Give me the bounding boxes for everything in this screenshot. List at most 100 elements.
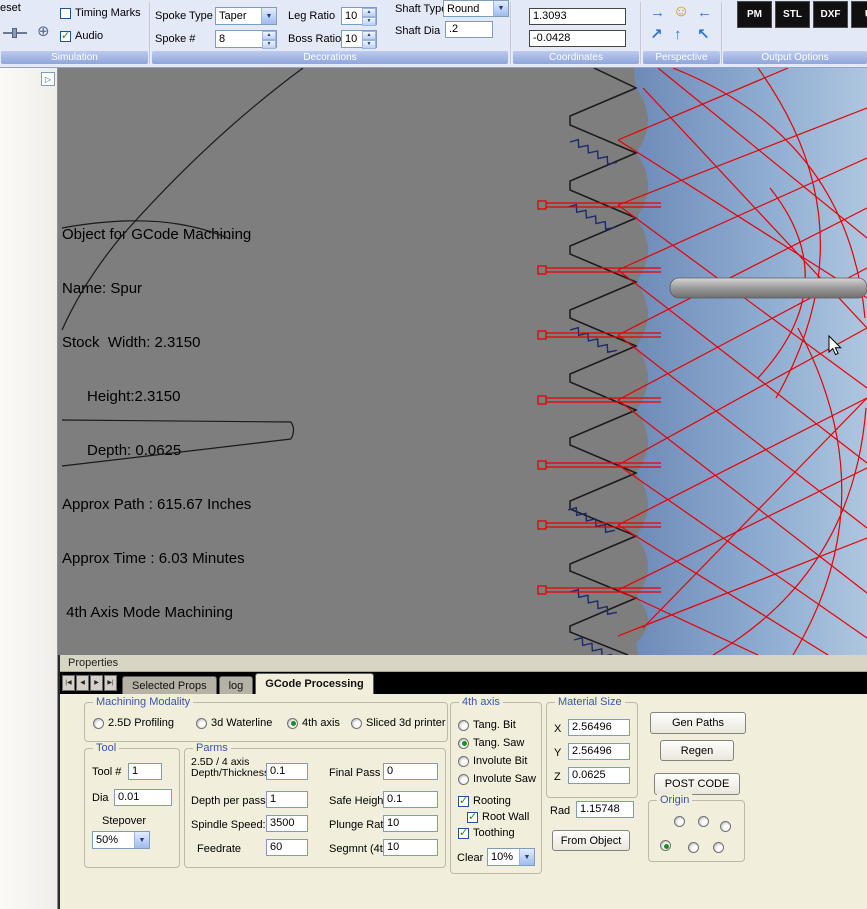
tab-nav-last-button[interactable]: ▶|	[104, 675, 117, 691]
clear-select[interactable]: 10% ▼	[487, 848, 535, 866]
radio-circle[interactable]	[196, 718, 207, 729]
origin-radio-top-3[interactable]	[720, 821, 731, 832]
checkbox-box[interactable]	[458, 828, 469, 839]
final-pass-input[interactable]: 0	[383, 763, 438, 780]
checkbox-box[interactable]	[60, 8, 71, 19]
radio-sliced-3d-printer[interactable]: Sliced 3d printer	[351, 717, 446, 729]
arrow-up-icon[interactable]: ▲	[362, 31, 376, 40]
plunge-rate-input[interactable]: 10	[383, 815, 438, 832]
root-wall-checkbox[interactable]: Root Wall	[467, 811, 529, 823]
tilt-up-button[interactable]: ↑	[674, 26, 682, 44]
export-dxf-button[interactable]: DXF	[813, 1, 848, 28]
material-y-input[interactable]: 2.56496	[568, 743, 630, 760]
origin-radio-bottom-1[interactable]	[660, 840, 671, 851]
radio-4th-axis[interactable]: 4th axis	[287, 717, 340, 729]
final-pass-label: Final Pass	[329, 767, 380, 779]
gen-paths-button[interactable]: Gen Paths	[650, 712, 746, 734]
rotate-right-button[interactable]: →	[650, 4, 665, 22]
depth-thickness-input[interactable]: 0.1	[266, 763, 308, 780]
tab-selected-props[interactable]: Selected Props	[122, 676, 217, 694]
chevron-down-icon[interactable]: ▼	[493, 1, 508, 16]
timing-marks-checkbox[interactable]: Timing Marks	[60, 7, 141, 19]
checkbox-box[interactable]	[467, 812, 478, 823]
chevron-down-icon[interactable]: ▼	[519, 849, 534, 865]
export-extra-button[interactable]: U	[851, 1, 867, 28]
slider-knob[interactable]	[12, 28, 17, 38]
coordinate-y-field[interactable]: -0.0428	[529, 30, 626, 47]
radio-circle[interactable]	[458, 756, 469, 767]
leg-ratio-stepper[interactable]: 10 ▲▼	[341, 7, 377, 25]
material-rad-input[interactable]: 1.15748	[576, 801, 634, 818]
origin-radio-top-1[interactable]	[674, 816, 685, 827]
origin-radio-bottom-2[interactable]	[688, 842, 699, 853]
origin-radio-top-2[interactable]	[698, 816, 709, 827]
export-pm-button[interactable]: PM	[737, 1, 772, 28]
regen-button[interactable]: Regen	[660, 740, 734, 761]
radio-tang-bit[interactable]: Tang. Bit	[458, 719, 516, 731]
radio-circle[interactable]	[351, 718, 362, 729]
tab-gcode-processing[interactable]: GCode Processing	[255, 673, 373, 694]
groupbox-caption: Parms	[193, 742, 231, 754]
stepper-arrows[interactable]: ▲▼	[362, 8, 376, 24]
spindle-speed-input[interactable]: 3500	[266, 815, 308, 832]
tool-number-input[interactable]: 1	[128, 763, 162, 780]
tab-nav-prev-button[interactable]: ◀	[76, 675, 89, 691]
safe-height-input[interactable]: 0.1	[383, 791, 438, 808]
spoke-count-stepper[interactable]: 8 ▲▼	[215, 30, 277, 48]
checkbox-box[interactable]	[458, 796, 469, 807]
shaft-type-select[interactable]: Round ▼	[443, 0, 509, 17]
arrow-up-icon[interactable]: ▲	[262, 31, 276, 40]
rooting-checkbox[interactable]: Rooting	[458, 795, 511, 807]
reset-button[interactable]: eset	[0, 2, 21, 14]
spoke-type-select[interactable]: Taper ▼	[215, 7, 277, 25]
arrow-down-icon[interactable]: ▼	[362, 40, 376, 49]
from-object-button[interactable]: From Object	[552, 830, 630, 851]
arrow-down-icon[interactable]: ▼	[362, 17, 376, 26]
post-code-button[interactable]: POST CODE	[654, 773, 740, 795]
shaft-dia-input[interactable]: .2	[445, 21, 493, 38]
material-z-input[interactable]: 0.0625	[568, 767, 630, 784]
checkbox-label: Root Wall	[482, 811, 529, 823]
machining-viewport[interactable]: Object for GCode Machining Name: Spur St…	[58, 68, 867, 655]
reset-view-smiley-button[interactable]: ☺	[673, 3, 689, 21]
radio-circle[interactable]	[287, 718, 298, 729]
tilt-up-right-button[interactable]: ↗	[650, 26, 663, 44]
radio-involute-bit[interactable]: Involute Bit	[458, 755, 527, 767]
stepper-arrows[interactable]: ▲▼	[262, 31, 276, 47]
origin-radio-bottom-3[interactable]	[713, 842, 724, 853]
properties-panel: Properties Selected Props log GCode Proc…	[58, 655, 867, 909]
arrow-down-icon[interactable]: ▼	[262, 40, 276, 49]
stepper-arrows[interactable]: ▲▼	[362, 31, 376, 47]
segment-4th-input[interactable]: 10	[383, 839, 438, 856]
coordinate-x-field[interactable]: 1.3093	[529, 8, 626, 25]
radio-circle[interactable]	[458, 774, 469, 785]
rotate-left-button[interactable]: ←	[697, 4, 712, 22]
boss-ratio-stepper[interactable]: 10 ▲▼	[341, 30, 377, 48]
radio-involute-saw[interactable]: Involute Saw	[458, 773, 536, 785]
tool-dia-input[interactable]: 0.01	[114, 789, 172, 806]
zoom-plus-icon[interactable]: ⊕	[37, 22, 50, 40]
radio-circle[interactable]	[93, 718, 104, 729]
arrow-up-icon[interactable]: ▲	[362, 8, 376, 17]
checkbox-box[interactable]	[60, 31, 71, 42]
sim-speed-slider[interactable]	[3, 26, 27, 38]
depth-per-pass-input[interactable]: 1	[266, 791, 308, 808]
expand-panel-arrow-icon[interactable]: ▷	[41, 72, 55, 86]
radio-25d-profiling[interactable]: 2.5D Profiling	[93, 717, 174, 729]
feedrate-input[interactable]: 60	[266, 839, 308, 856]
tab-log[interactable]: log	[219, 676, 254, 694]
chevron-down-icon[interactable]: ▼	[261, 8, 276, 24]
tab-nav-next-button[interactable]: ▶	[90, 675, 103, 691]
radio-circle[interactable]	[458, 738, 469, 749]
tilt-up-left-button[interactable]: ↖	[697, 26, 710, 44]
tab-nav-first-button[interactable]: |◀	[62, 675, 75, 691]
toothing-checkbox[interactable]: Toothing	[458, 827, 515, 839]
material-x-input[interactable]: 2.56496	[568, 719, 630, 736]
export-stl-button[interactable]: STL	[775, 1, 810, 28]
radio-tang-saw[interactable]: Tang. Saw	[458, 737, 524, 749]
stepover-select[interactable]: 50% ▼	[92, 831, 150, 849]
radio-circle[interactable]	[458, 720, 469, 731]
audio-checkbox[interactable]: Audio	[60, 30, 103, 42]
chevron-down-icon[interactable]: ▼	[134, 832, 149, 848]
radio-3d-waterline[interactable]: 3d Waterline	[196, 717, 272, 729]
